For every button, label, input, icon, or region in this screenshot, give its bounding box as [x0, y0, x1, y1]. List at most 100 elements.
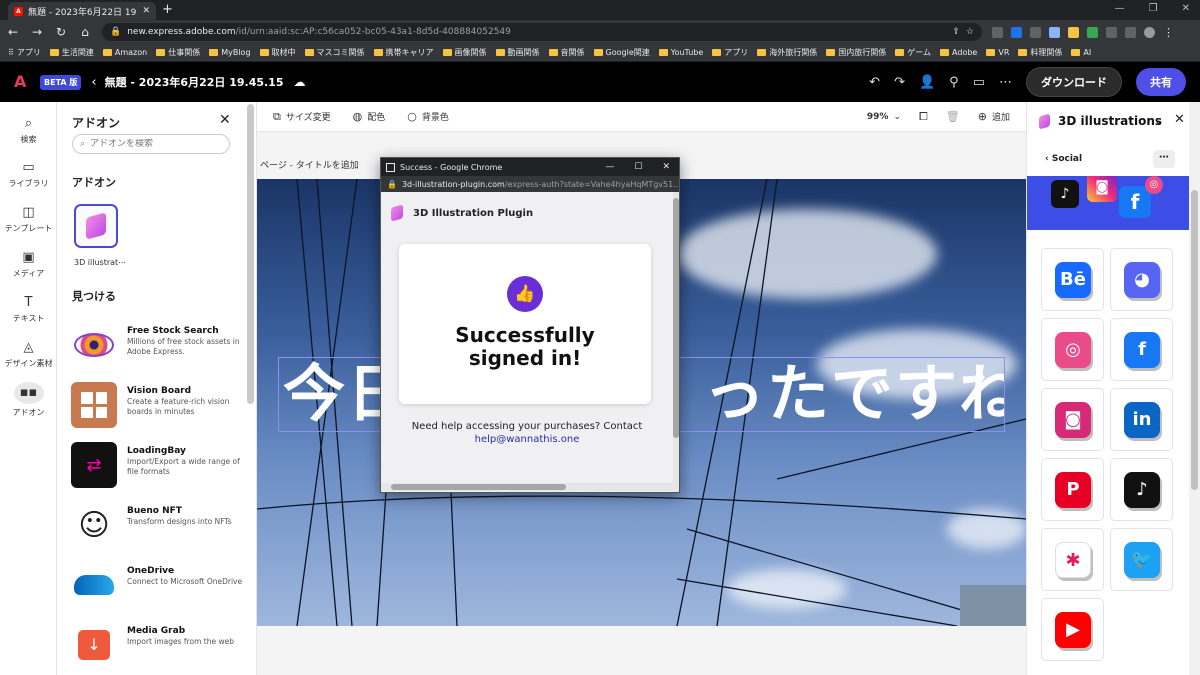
bookmark-item[interactable]: 国内旅行関係	[826, 47, 886, 58]
bookmark-item[interactable]: VR	[986, 48, 1009, 57]
bookmark-star-icon[interactable]: ☆	[966, 27, 974, 37]
close-icon[interactable]: ✕	[219, 112, 231, 128]
trash-icon[interactable]: 🗑	[946, 110, 960, 123]
maximize-icon[interactable]: ☐	[634, 162, 642, 172]
back-chevron-icon[interactable]: ‹	[91, 75, 96, 90]
addon-search-field[interactable]: ⌕	[72, 134, 230, 154]
close-window-icon[interactable]: ✕	[662, 162, 670, 172]
collaborators-icon[interactable]: 👤	[919, 75, 935, 90]
social-tile-twitter[interactable]: 🐦	[1110, 528, 1173, 591]
reload-icon[interactable]: ↻	[54, 25, 68, 39]
panel-scrollbar[interactable]	[247, 104, 254, 404]
extension-icon[interactable]	[1011, 26, 1022, 38]
minimize-icon[interactable]: —	[1115, 3, 1125, 14]
close-window-icon[interactable]: ✕	[1182, 3, 1190, 14]
back-to-social[interactable]: ‹ Social	[1045, 154, 1082, 164]
addon-item-loadingbay[interactable]: ⇄ LoadingBay Import/Export a wide range …	[71, 442, 251, 490]
redo-icon[interactable]: ↷	[894, 75, 905, 90]
social-tile-facebook[interactable]: f	[1110, 318, 1173, 381]
bookmark-item[interactable]: MyBlog	[209, 48, 251, 57]
extensions-puzzle-icon[interactable]	[1106, 26, 1117, 38]
download-button[interactable]: ダウンロード	[1026, 67, 1122, 97]
bookmark-item[interactable]: ゲーム	[895, 47, 931, 58]
rail-item-library[interactable]: ▭ ライブラリ	[0, 160, 57, 189]
bookmark-item[interactable]: 携帯キャリア	[373, 47, 434, 58]
zoom-dropdown[interactable]: 99% ⌄	[867, 112, 901, 122]
bookmark-item[interactable]: 動画関係	[495, 47, 540, 58]
social-tile-discord[interactable]: ◕	[1110, 248, 1173, 311]
address-bar[interactable]: 🔒 new.express.adobe.com/id/urn:aaid:sc:A…	[102, 23, 982, 41]
maximize-icon[interactable]: ❐	[1149, 3, 1158, 14]
addon-item-vision-board[interactable]: Vision Board Create a feature-rich visio…	[71, 382, 251, 430]
bookmark-item[interactable]: 料理関係	[1018, 47, 1062, 58]
undo-icon[interactable]: ↶	[869, 75, 880, 90]
extension-icon[interactable]	[1049, 26, 1060, 38]
social-tile-slack[interactable]: ✱	[1041, 528, 1104, 591]
document-title[interactable]: 無題 - 2023年6月22日 19.45.15	[105, 74, 284, 90]
bookmark-item[interactable]: 海外旅行関係	[757, 47, 817, 58]
bookmark-item[interactable]: 取材中	[259, 47, 296, 58]
extension-icon[interactable]	[1087, 26, 1098, 38]
rail-item-design-assets[interactable]: ◬ デザイン素材	[0, 340, 57, 369]
social-tile-tiktok[interactable]: ♪	[1110, 458, 1173, 521]
bookmark-item[interactable]: Adobe	[940, 48, 977, 57]
popup-scroll-thumb[interactable]	[673, 198, 679, 438]
comment-icon[interactable]: ▭	[973, 75, 985, 90]
palette-button[interactable]: ◍ 配色	[353, 110, 386, 123]
resize-button[interactable]: ⧉ サイズ変更	[273, 110, 331, 124]
rail-item-templates[interactable]: ◫ テンプレート	[0, 205, 57, 234]
bookmark-item[interactable]: 仕事関係	[156, 47, 200, 58]
home-icon[interactable]: ⌂	[78, 25, 92, 39]
social-tile-dribbble[interactable]: ◎	[1041, 318, 1104, 381]
share-button[interactable]: 共有	[1136, 68, 1186, 96]
menu-kebab-icon[interactable]: ⋮	[1163, 26, 1174, 39]
addon-tile-3d-illustrations[interactable]	[74, 204, 118, 248]
extension-icon[interactable]	[1068, 26, 1079, 38]
close-tab-icon[interactable]: ✕	[142, 6, 150, 16]
bookmark-item[interactable]: 画像関係	[442, 47, 487, 58]
sidepanel-icon[interactable]	[1125, 26, 1136, 38]
chevron-down-icon[interactable]: ⌄	[1154, 114, 1163, 127]
add-button[interactable]: ⊕ 追加	[978, 110, 1010, 123]
bookmark-item[interactable]: 音関係	[548, 47, 585, 58]
page-title-placeholder[interactable]: ページ - タイトルを追加	[260, 158, 359, 171]
extension-icon[interactable]	[992, 26, 1003, 38]
rail-item-addons[interactable]: ▪▪ アドオン	[0, 382, 57, 418]
more-options-button[interactable]: ⋯	[1153, 150, 1175, 168]
back-icon[interactable]: ←	[6, 25, 20, 39]
close-icon[interactable]: ✕	[1174, 112, 1185, 127]
bookmark-item[interactable]: Google関連	[593, 47, 650, 58]
adobe-express-logo[interactable]: A	[14, 73, 32, 91]
browser-tab[interactable]: A 無題 - 2023年6月22日 19.45.15 ✕	[8, 2, 156, 20]
pages-icon[interactable]: ⧠	[919, 110, 928, 124]
addon-search-input[interactable]	[90, 139, 211, 149]
bookmark-item[interactable]: YouTube	[658, 48, 703, 57]
background-color-button[interactable]: ○ 背景色	[407, 110, 449, 123]
rail-item-text[interactable]: T テキスト	[0, 295, 57, 324]
rail-item-search[interactable]: ⌕ 検索	[0, 116, 57, 145]
bookmark-item[interactable]: マスコミ関係	[304, 47, 365, 58]
page-scroll-thumb[interactable]	[1191, 190, 1198, 490]
social-tile-instagram[interactable]: ◙	[1041, 388, 1104, 451]
profile-avatar[interactable]	[1144, 26, 1155, 38]
addon-item-media-grab[interactable]: ↓ Media Grab Import images from the web	[71, 622, 251, 670]
addon-item-free-stock-search[interactable]: Free Stock Search Millions of free stock…	[71, 322, 251, 370]
bookmark-item[interactable]: アプリ	[712, 47, 748, 58]
popup-address-bar[interactable]: 🔒 3d-illustration-plugin.com/express-aut…	[381, 176, 679, 192]
social-tile-pinterest[interactable]: P	[1041, 458, 1104, 521]
social-tile-youtube[interactable]: ▶	[1041, 598, 1104, 661]
social-tile-behance[interactable]: Bē	[1041, 248, 1104, 311]
new-tab-button[interactable]: +	[162, 3, 173, 17]
social-tile-linkedin[interactable]: in	[1110, 388, 1173, 451]
addon-item-onedrive[interactable]: OneDrive Connect to Microsoft OneDrive	[71, 562, 251, 610]
bookmark-item[interactable]: AI	[1071, 48, 1091, 57]
extension-icon[interactable]	[1030, 26, 1041, 38]
bookmark-item[interactable]: ⠿ アプリ	[8, 47, 41, 58]
location-pin-icon[interactable]: ⚲	[949, 75, 959, 90]
help-email-link[interactable]: help@wannathis.one	[393, 433, 661, 446]
forward-icon[interactable]: →	[30, 25, 44, 39]
minimize-icon[interactable]: —	[605, 162, 614, 172]
share-page-icon[interactable]: ⇪	[952, 27, 960, 37]
addon-item-bueno-nft[interactable]: ☺ Bueno NFT Transform designs into NFTs	[71, 502, 251, 550]
bookmark-item[interactable]: Amazon	[102, 48, 147, 57]
